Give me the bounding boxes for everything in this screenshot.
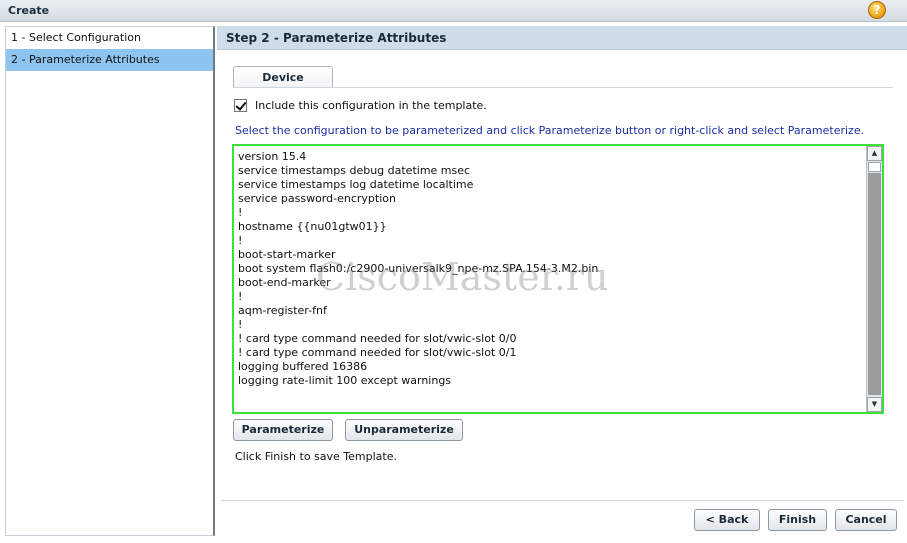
wizard-steps-sidebar: 1 - Select Configuration 2 - Parameteriz… [5,26,215,536]
title-bar: Create ? [0,0,907,22]
cancel-button[interactable]: Cancel [835,509,897,531]
config-line[interactable]: logging rate-limit 100 except warnings [238,374,864,388]
finish-note: Click Finish to save Template. [235,450,397,463]
scroll-thumb[interactable] [868,162,881,172]
step-title: Step 2 - Parameterize Attributes [226,31,447,45]
config-line[interactable]: ! [238,318,864,332]
main-panel: Step 2 - Parameterize Attributes Device … [217,26,907,536]
window-title: Create [8,4,50,17]
scroll-up-arrow-icon[interactable]: ▲ [867,146,882,161]
finish-button[interactable]: Finish [768,509,827,531]
back-button[interactable]: < Back [694,509,760,531]
config-editor[interactable]: version 15.4 service timestamps debug dat… [232,144,884,414]
config-text[interactable]: version 15.4 service timestamps debug dat… [238,150,864,410]
include-row: Include this configuration in the templa… [234,97,487,113]
scroll-down-arrow-icon[interactable]: ▼ [867,397,882,412]
config-line[interactable]: aqm-register-fnf [238,304,864,318]
include-label: Include this configuration in the templa… [255,98,487,112]
config-line[interactable]: boot system flash0:/c2900-universalk9_np… [238,262,864,276]
config-line[interactable]: version 15.4 [238,150,864,164]
step-parameterize-attributes[interactable]: 2 - Parameterize Attributes [6,49,213,71]
config-line[interactable]: boot-start-marker [238,248,864,262]
config-line[interactable]: service timestamps debug datetime msec [238,164,864,178]
tab-divider [233,87,893,88]
config-line[interactable]: hostname {{nu01gtw01}} [238,220,864,234]
help-icon[interactable]: ? [868,1,886,19]
parameterize-button[interactable]: Parameterize [233,419,333,441]
scroll-track[interactable] [868,173,881,395]
step-header: Step 2 - Parameterize Attributes [217,26,907,50]
config-line[interactable]: service timestamps log datetime localtim… [238,178,864,192]
config-line[interactable]: service password-encryption [238,192,864,206]
config-line[interactable]: ! card type command needed for slot/vwic… [238,332,864,346]
config-line[interactable]: logging buffered 16386 [238,360,864,374]
vertical-scrollbar[interactable]: ▲ ▼ [866,146,882,412]
config-line[interactable]: ! [238,290,864,304]
include-checkbox[interactable] [234,98,247,112]
tab-device[interactable]: Device [233,66,333,88]
instruction-text: Select the configuration to be parameter… [235,124,865,137]
config-line[interactable]: boot-end-marker [238,276,864,290]
footer-divider [221,500,903,501]
config-line[interactable]: ! card type command needed for slot/vwic… [238,346,864,360]
unparameterize-button[interactable]: Unparameterize [345,419,463,441]
config-line[interactable]: ! [238,234,864,248]
config-line[interactable]: ! [238,206,864,220]
step-select-configuration[interactable]: 1 - Select Configuration [6,27,213,49]
